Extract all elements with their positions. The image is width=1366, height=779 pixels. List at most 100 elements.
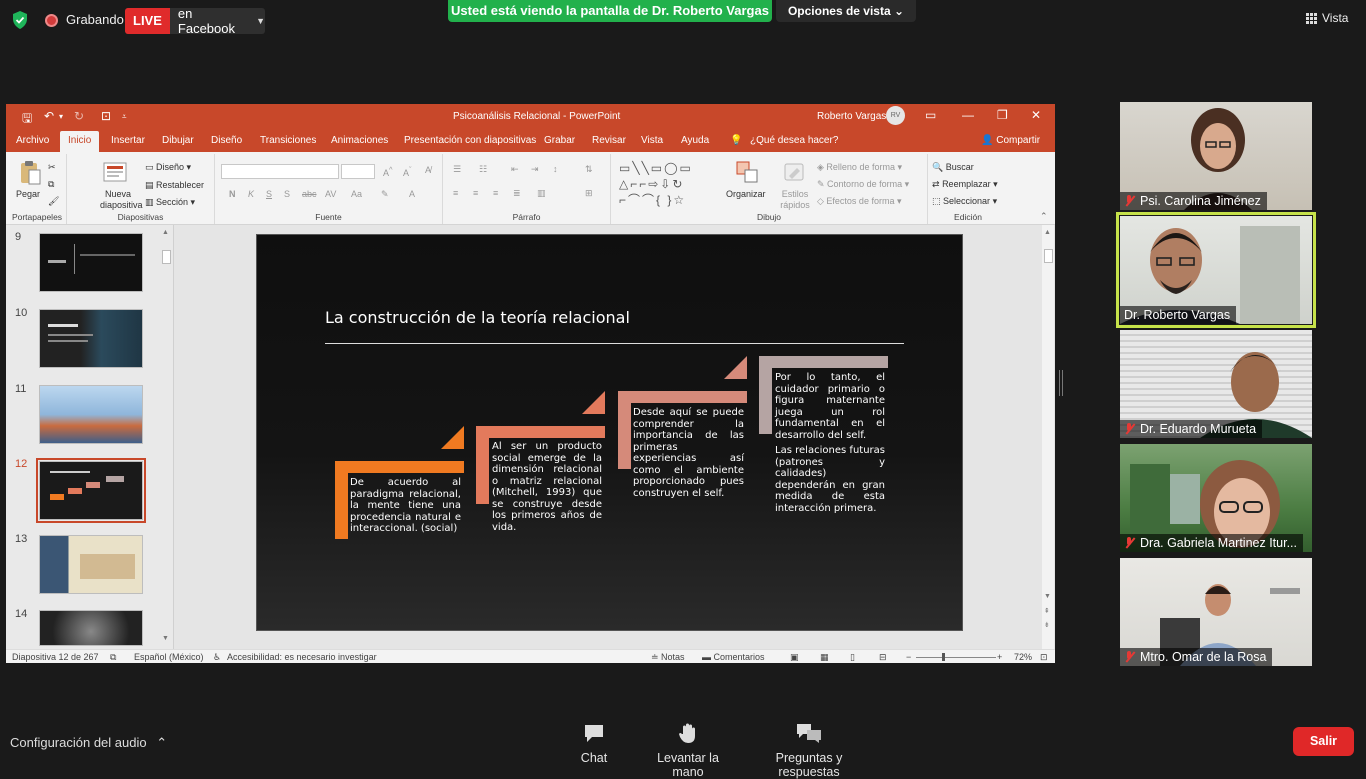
current-slide[interactable]: La construcción de la teoría relacional … (256, 234, 963, 631)
tell-me-search[interactable]: ¿Qué desea hacer? (750, 135, 838, 146)
shape-fill-button[interactable]: ◈ Relleno de forma ▾ (817, 162, 902, 173)
minimize-icon[interactable]: — (962, 108, 974, 122)
tab-diseno[interactable]: Diseño (211, 135, 242, 146)
video-tile-roberto[interactable]: Dr. Roberto Vargas (1116, 212, 1316, 328)
find-button[interactable]: 🔍 Buscar (932, 162, 974, 173)
tab-dibujar[interactable]: Dibujar (162, 135, 194, 146)
tab-archivo[interactable]: Archivo (16, 135, 49, 146)
security-shield-icon[interactable] (10, 10, 30, 30)
tab-vista[interactable]: Vista (641, 135, 663, 146)
slide-title[interactable]: La construcción de la teoría relacional (325, 308, 630, 327)
tab-animaciones[interactable]: Animaciones (331, 135, 388, 146)
language-status[interactable]: Español (México) (134, 652, 204, 662)
shapes-gallery[interactable]: ▭╲╲▭◯▭ △⌐⌐⇨⇩↻ ⌐⌒⌒{ }☆ (619, 160, 723, 208)
format-painter-icon[interactable]: 🖌 (48, 196, 59, 207)
highlight-icon[interactable]: ✎ (381, 189, 389, 200)
align-center-icon[interactable]: ≡ (473, 188, 478, 198)
underline-icon[interactable]: S (266, 189, 272, 199)
quick-styles-label[interactable]: Estilos rápidos (780, 189, 810, 211)
font-name-input[interactable] (221, 164, 339, 179)
slide-thumbnail-10[interactable] (39, 309, 143, 368)
tab-inicio[interactable]: Inicio (60, 131, 100, 152)
step-4-extra-text[interactable]: Las relaciones futuras (patrones y calid… (775, 445, 885, 514)
arrange-icon[interactable] (735, 160, 759, 186)
slide-thumbnail-14[interactable] (39, 610, 143, 646)
leave-button[interactable]: Salir (1293, 727, 1354, 756)
step-2-text[interactable]: Al ser un producto social emerge de la d… (492, 441, 602, 533)
step-2-post[interactable] (476, 426, 489, 504)
audio-settings-button[interactable]: Configuración del audio ⌃ (10, 735, 167, 751)
bold-icon[interactable]: N (229, 189, 236, 199)
step-4-bar[interactable] (759, 356, 888, 368)
numbering-icon[interactable]: ☷ (479, 164, 487, 175)
close-icon[interactable]: ✕ (1031, 108, 1041, 122)
italic-icon[interactable]: K (248, 189, 254, 199)
layout-button[interactable]: ▭ Diseño ▾ (145, 162, 191, 173)
zoom-slider-thumb[interactable] (942, 653, 945, 661)
save-icon[interactable]: 🖫 (22, 109, 32, 130)
quick-styles-icon[interactable] (783, 160, 807, 186)
reset-button[interactable]: ▤ Restablecer (145, 180, 204, 191)
notes-button[interactable]: ≐ Notas (651, 652, 685, 663)
slideshow-icon[interactable]: ⊟ (879, 652, 887, 663)
strikethrough-icon[interactable]: abc (302, 189, 317, 199)
slide-thumbnail-13[interactable] (39, 535, 143, 594)
customize-toolbar-icon[interactable]: ⩡ (122, 112, 127, 122)
paste-icon[interactable] (18, 160, 42, 186)
avatar[interactable]: RV (886, 106, 905, 125)
zoom-out-icon[interactable]: − (906, 652, 911, 662)
clear-format-icon[interactable]: A̸ (425, 165, 431, 175)
view-layout-button[interactable]: Vista (1306, 11, 1348, 25)
smartart-icon[interactable]: ⊞ (585, 188, 593, 199)
view-options-button[interactable]: Opciones de vista ⌄ (776, 0, 916, 22)
shape-effects-button[interactable]: ◇ Efectos de forma ▾ (817, 196, 902, 207)
spacing-icon[interactable]: AV (325, 189, 336, 199)
tab-presentacion[interactable]: Presentación con diapositivas (404, 135, 536, 146)
section-button[interactable]: ▥ Sección ▾ (145, 197, 195, 208)
ribbon-display-icon[interactable]: ▭ (925, 108, 936, 122)
spellcheck-icon[interactable]: ⧉ (110, 652, 116, 663)
tab-grabar[interactable]: Grabar (544, 135, 575, 146)
copy-icon[interactable]: ⧉ (48, 179, 54, 190)
align-right-icon[interactable]: ≡ (493, 188, 498, 198)
select-button[interactable]: ⬚ Seleccionar ▾ (932, 196, 997, 207)
panel-splitter[interactable] (1059, 370, 1063, 396)
step-2-bar[interactable] (476, 426, 605, 438)
slide-sorter-icon[interactable]: ▦ (820, 652, 829, 663)
slide-thumbnail-12[interactable] (36, 458, 146, 523)
zoom-level[interactable]: 72% (1014, 652, 1032, 662)
video-tile-gabriela[interactable]: Dra. Gabriela Martinez Itur... (1120, 444, 1312, 552)
fit-to-window-icon[interactable]: ⊡ (1040, 652, 1048, 663)
zoom-in-icon[interactable]: + (997, 652, 1002, 662)
indent-icon[interactable]: ⇤ (511, 164, 519, 175)
collapse-ribbon-icon[interactable]: ⌃ (1040, 211, 1048, 222)
case-icon[interactable]: Aa (351, 189, 362, 199)
tab-transiciones[interactable]: Transiciones (260, 135, 316, 146)
decrease-font-icon[interactable]: Aˇ (403, 165, 412, 178)
bullets-icon[interactable]: ☰ (453, 164, 461, 175)
line-spacing-icon[interactable]: ↕ (553, 164, 558, 174)
comments-button[interactable]: ▬ Comentarios (702, 652, 765, 662)
thumbnails-scrollbar[interactable]: ▲ ▼ (160, 225, 172, 649)
cut-icon[interactable]: ✂ (48, 162, 56, 173)
live-stream-menu[interactable]: LIVE en Facebook ▼ (125, 6, 265, 36)
step-4-text[interactable]: Por lo tanto, el cuidador primario o fig… (775, 372, 885, 441)
tab-revisar[interactable]: Revisar (592, 135, 626, 146)
step-4-post[interactable] (759, 356, 772, 434)
step-1-bar[interactable] (335, 461, 464, 473)
user-name[interactable]: Roberto Vargas (817, 111, 886, 122)
step-3-text[interactable]: Desde aquí se puede comprender la import… (633, 407, 744, 499)
raise-hand-button[interactable]: Levantar la mano (640, 722, 736, 779)
step-3-post[interactable] (618, 391, 631, 469)
font-color-icon[interactable]: A (409, 189, 415, 199)
text-direction-icon[interactable]: ⇅ (585, 164, 593, 175)
shape-outline-button[interactable]: ✎ Contorno de forma ▾ (817, 179, 909, 190)
outdent-icon[interactable]: ⇥ (531, 164, 539, 175)
font-size-input[interactable] (341, 164, 375, 179)
qa-button[interactable]: Preguntas y respuestas (746, 722, 872, 779)
video-tile-omar[interactable]: Mtro. Omar de la Rosa (1120, 558, 1312, 666)
video-tile-carolina[interactable]: Psi. Carolina Jiménez (1120, 102, 1312, 210)
normal-view-icon[interactable]: ▣ (790, 652, 799, 663)
step-3-bar[interactable] (618, 391, 747, 403)
new-slide-icon[interactable] (103, 160, 127, 186)
